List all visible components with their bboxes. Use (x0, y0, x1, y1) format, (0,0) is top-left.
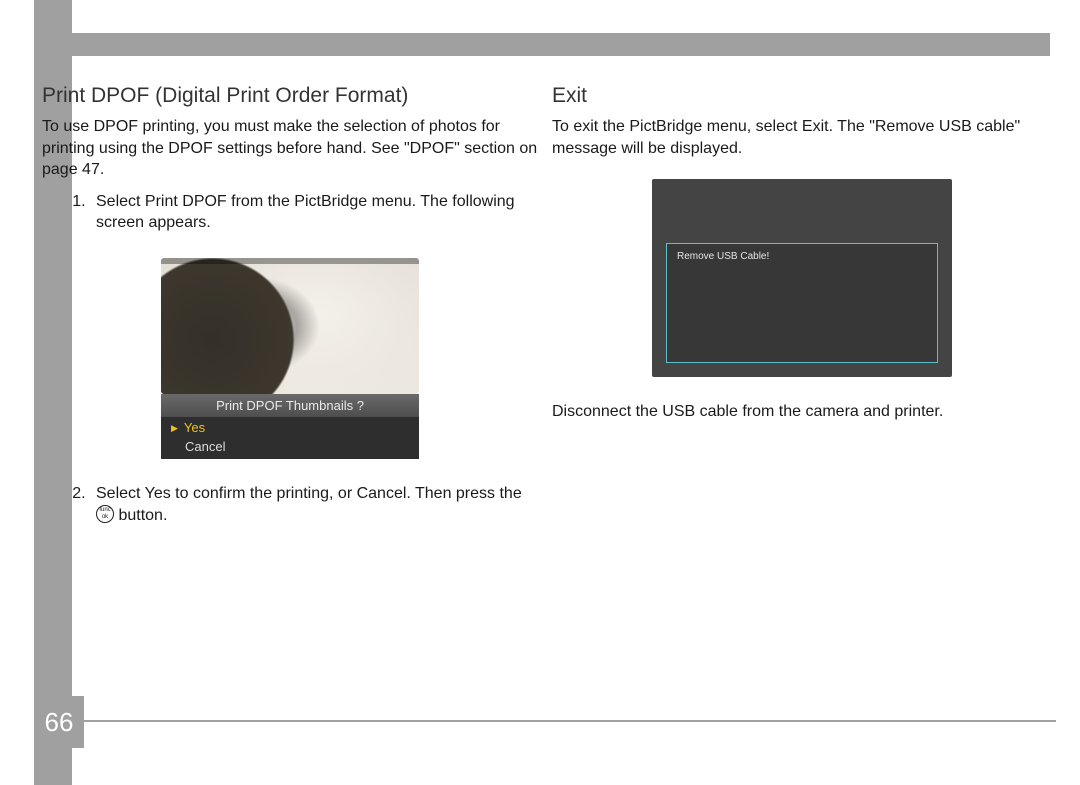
dpof-screenshot: Print DPOF Thumbnails ? Yes Cancel (161, 258, 419, 459)
dpof-option-cancel: Cancel (161, 437, 419, 459)
exit-intro: To exit the PictBridge menu, select Exit… (552, 116, 1050, 159)
usb-screenshot: Remove USB Cable! (652, 179, 952, 377)
dpof-option-yes: Yes (161, 417, 419, 437)
heading-dpof: Print DPOF (Digital Print Order Format) (42, 84, 538, 108)
heading-exit: Exit (552, 84, 1050, 108)
footer-rule (84, 720, 1056, 722)
dpof-prompt: Print DPOF Thumbnails ? (161, 394, 419, 417)
dpof-step-2-post: button. (118, 507, 167, 524)
dpof-step-2: Select Yes to confirm the printing, or C… (90, 483, 538, 526)
func-ok-icon: funcok (96, 505, 114, 523)
dpof-screenshot-image (161, 258, 419, 394)
exit-after: Disconnect the USB cable from the camera… (552, 401, 1050, 423)
top-bar (34, 33, 1050, 56)
remove-usb-message: Remove USB Cable! (677, 251, 769, 262)
dpof-intro: To use DPOF printing, you must make the … (42, 116, 538, 181)
dpof-step-1: Select Print DPOF from the PictBridge me… (90, 191, 538, 234)
dpof-step-2-pre: Select Yes to confirm the printing, or C… (96, 485, 522, 502)
page-number: 66 (34, 696, 84, 748)
